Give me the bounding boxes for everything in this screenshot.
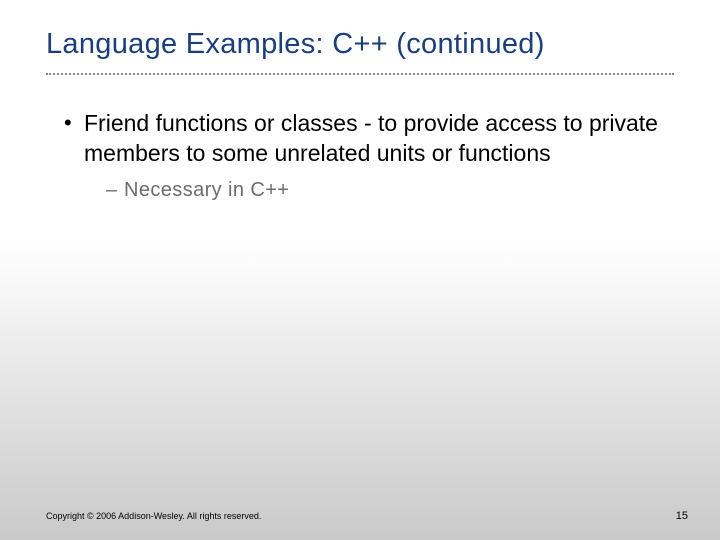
title-divider xyxy=(46,73,674,75)
footer: Copyright © 2006 Addison-Wesley. All rig… xyxy=(46,510,688,522)
bullet-text: Friend functions or classes - to provide… xyxy=(84,110,658,166)
bullet-item: Friend functions or classes - to provide… xyxy=(64,109,674,203)
sub-bullet-item: Necessary in C++ xyxy=(106,177,674,203)
sub-bullet-list: Necessary in C++ xyxy=(84,177,674,203)
bullet-list: Friend functions or classes - to provide… xyxy=(46,109,674,203)
slide-title: Language Examples: C++ (continued) xyxy=(46,28,674,61)
copyright-text: Copyright © 2006 Addison-Wesley. All rig… xyxy=(46,511,261,521)
page-number: 15 xyxy=(676,510,688,522)
slide: Language Examples: C++ (continued) Frien… xyxy=(0,0,720,540)
